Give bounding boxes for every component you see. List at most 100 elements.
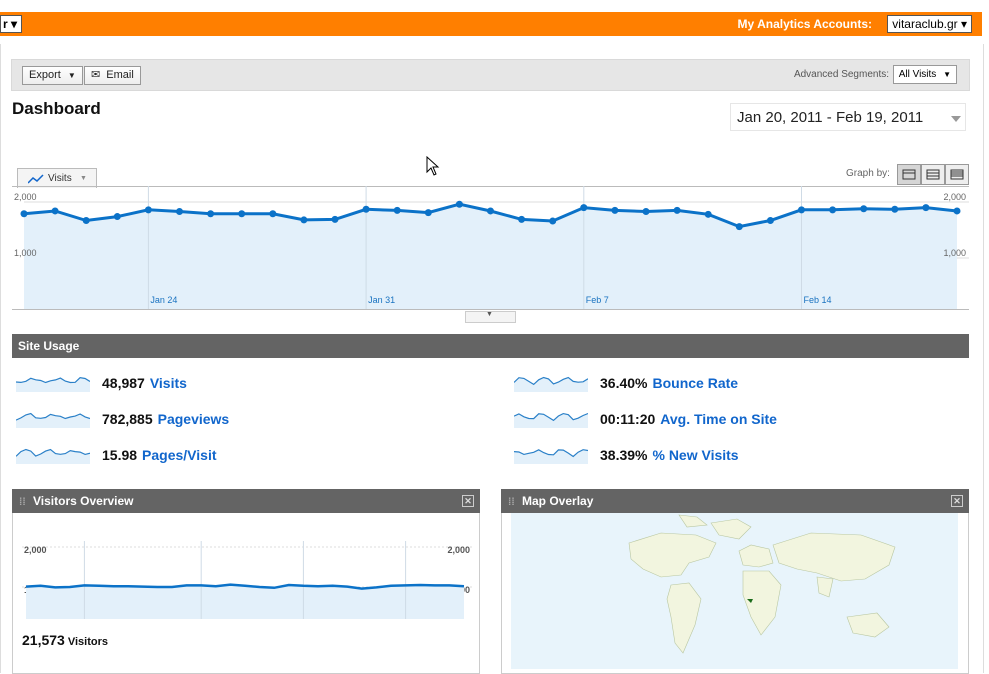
day-icon xyxy=(902,169,916,180)
metric-value: 15.98 xyxy=(102,447,138,463)
data-point[interactable] xyxy=(549,217,557,225)
close-icon[interactable]: ✕ xyxy=(462,495,474,507)
metric-row: 15.98 Pages/Visit xyxy=(102,447,217,467)
metric-link[interactable]: Visits xyxy=(150,375,187,391)
date-range-text: Jan 20, 2011 - Feb 19, 2011 xyxy=(737,109,924,126)
metric-row: 00:11:20 Avg. Time on Site xyxy=(600,411,777,431)
export-label: Export xyxy=(29,69,61,81)
data-point[interactable] xyxy=(393,206,401,214)
y-tick-label: 2,000 xyxy=(943,192,966,202)
data-point[interactable] xyxy=(51,207,59,215)
data-point[interactable] xyxy=(362,205,370,213)
x-tick-label: Jan 24 xyxy=(150,295,177,305)
site-usage-title: Site Usage xyxy=(18,339,80,353)
visitors-count-value: 21,573 xyxy=(22,632,65,648)
visitors-overview-title: Visitors Overview xyxy=(33,494,134,508)
data-point[interactable] xyxy=(798,206,805,214)
y-tick-label: 1,000 xyxy=(14,248,37,258)
data-point[interactable] xyxy=(891,205,899,213)
date-range-picker[interactable]: Jan 20, 2011 - Feb 19, 2011 xyxy=(730,103,966,131)
export-button[interactable]: Export ▼ xyxy=(22,66,83,85)
email-button[interactable]: ✉ Email xyxy=(84,66,141,85)
sparkline xyxy=(16,377,90,392)
chevron-down-icon: ▼ xyxy=(943,70,951,79)
data-point[interactable] xyxy=(922,204,930,212)
data-point[interactable] xyxy=(269,210,277,218)
graph-by-label: Graph by: xyxy=(846,168,890,179)
map-overlay-header: ⁞⁞ Map Overlay ✕ xyxy=(501,489,969,513)
x-tick-label: Feb 7 xyxy=(586,295,609,305)
y-tick-label: 2,000 xyxy=(14,192,37,202)
data-point[interactable] xyxy=(300,216,308,224)
data-point[interactable] xyxy=(424,209,432,217)
x-tick-label: Jan 31 xyxy=(368,295,395,305)
close-icon[interactable]: ✕ xyxy=(951,495,963,507)
metric-link[interactable]: Pages/Visit xyxy=(142,447,216,463)
data-point[interactable] xyxy=(455,200,463,208)
data-point[interactable] xyxy=(176,208,183,216)
sparkline xyxy=(16,412,90,428)
data-point[interactable] xyxy=(704,210,712,218)
visitors-count-label: Visitors xyxy=(67,636,108,648)
visitors-count: 21,573 Visitors xyxy=(22,632,108,648)
data-point[interactable] xyxy=(829,206,837,214)
data-point[interactable] xyxy=(518,215,526,223)
line-chart-icon xyxy=(28,174,44,184)
graph-by-day-button[interactable] xyxy=(897,164,921,185)
metric-value: 00:11:20 xyxy=(600,411,656,427)
drag-handle-icon[interactable]: ⁞⁞ xyxy=(508,497,515,508)
data-point[interactable] xyxy=(642,208,650,216)
metric-link[interactable]: Avg. Time on Site xyxy=(660,411,777,427)
envelope-icon: ✉ xyxy=(91,69,101,81)
data-point[interactable] xyxy=(487,207,494,215)
data-point[interactable] xyxy=(766,216,774,224)
data-point[interactable] xyxy=(113,213,121,221)
data-point[interactable] xyxy=(611,206,619,214)
email-label: Email xyxy=(106,69,134,81)
area-fill xyxy=(26,584,464,619)
metric-value: 782,885 xyxy=(102,411,153,427)
sparkline xyxy=(16,448,90,464)
metric-row: 48,987 Visits xyxy=(102,375,187,395)
mouse-cursor-icon xyxy=(426,156,440,176)
map-overlay-title: Map Overlay xyxy=(522,494,594,508)
metric-link[interactable]: Bounce Rate xyxy=(652,375,738,391)
y-tick-label: 2,000 xyxy=(447,545,470,555)
y-tick-label: 2,000 xyxy=(24,545,47,555)
y-tick-label: 1,000 xyxy=(943,248,966,258)
metric-row: 38.39%% New Visits xyxy=(600,447,739,467)
data-point[interactable] xyxy=(82,216,90,224)
week-icon xyxy=(926,169,940,180)
data-point[interactable] xyxy=(207,210,215,218)
segments-value: All Visits xyxy=(898,69,937,80)
metric-value: 38.39% xyxy=(600,447,648,463)
world-map[interactable] xyxy=(511,513,958,669)
advanced-segments-label: Advanced Segments: xyxy=(793,69,889,80)
data-point[interactable] xyxy=(331,215,339,223)
chart-resize-handle[interactable]: ▼ xyxy=(465,311,516,323)
profile-select[interactable]: r ▾ xyxy=(0,15,23,33)
metric-link[interactable]: % New Visits xyxy=(652,447,738,463)
data-point[interactable] xyxy=(673,206,681,214)
metric-selector-tab[interactable]: Visits ▼ xyxy=(17,168,97,188)
data-point[interactable] xyxy=(953,207,961,215)
data-point[interactable] xyxy=(860,205,868,213)
data-point[interactable] xyxy=(144,206,152,214)
x-tick-label: Feb 14 xyxy=(804,295,832,305)
drag-handle-icon[interactable]: ⁞⁞ xyxy=(19,497,26,508)
graph-by-week-button[interactable] xyxy=(921,164,945,185)
data-point[interactable] xyxy=(735,223,743,231)
toolbar: Export ▼ ✉ Email Advanced Segments: All … xyxy=(11,59,970,91)
sparkline xyxy=(514,376,588,392)
data-point[interactable] xyxy=(238,210,246,218)
visits-line-chart: Jan 24 Jan 31 Feb 7 Feb 14 2,000 2,000 1,000 1,… xyxy=(12,186,969,310)
visitors-overview-header: ⁞⁞ Visitors Overview ✕ xyxy=(12,489,480,513)
data-point[interactable] xyxy=(580,204,588,212)
graph-by-month-button[interactable] xyxy=(945,164,969,185)
metric-link[interactable]: Pageviews xyxy=(158,411,230,427)
segments-select[interactable]: All Visits ▼ xyxy=(892,65,957,84)
data-point[interactable] xyxy=(20,210,28,218)
sparkline xyxy=(514,412,588,428)
account-select[interactable]: vitaraclub.gr ▾ xyxy=(887,15,972,33)
account-bar: r ▾ My Analytics Accounts: vitaraclub.gr… xyxy=(0,12,982,36)
